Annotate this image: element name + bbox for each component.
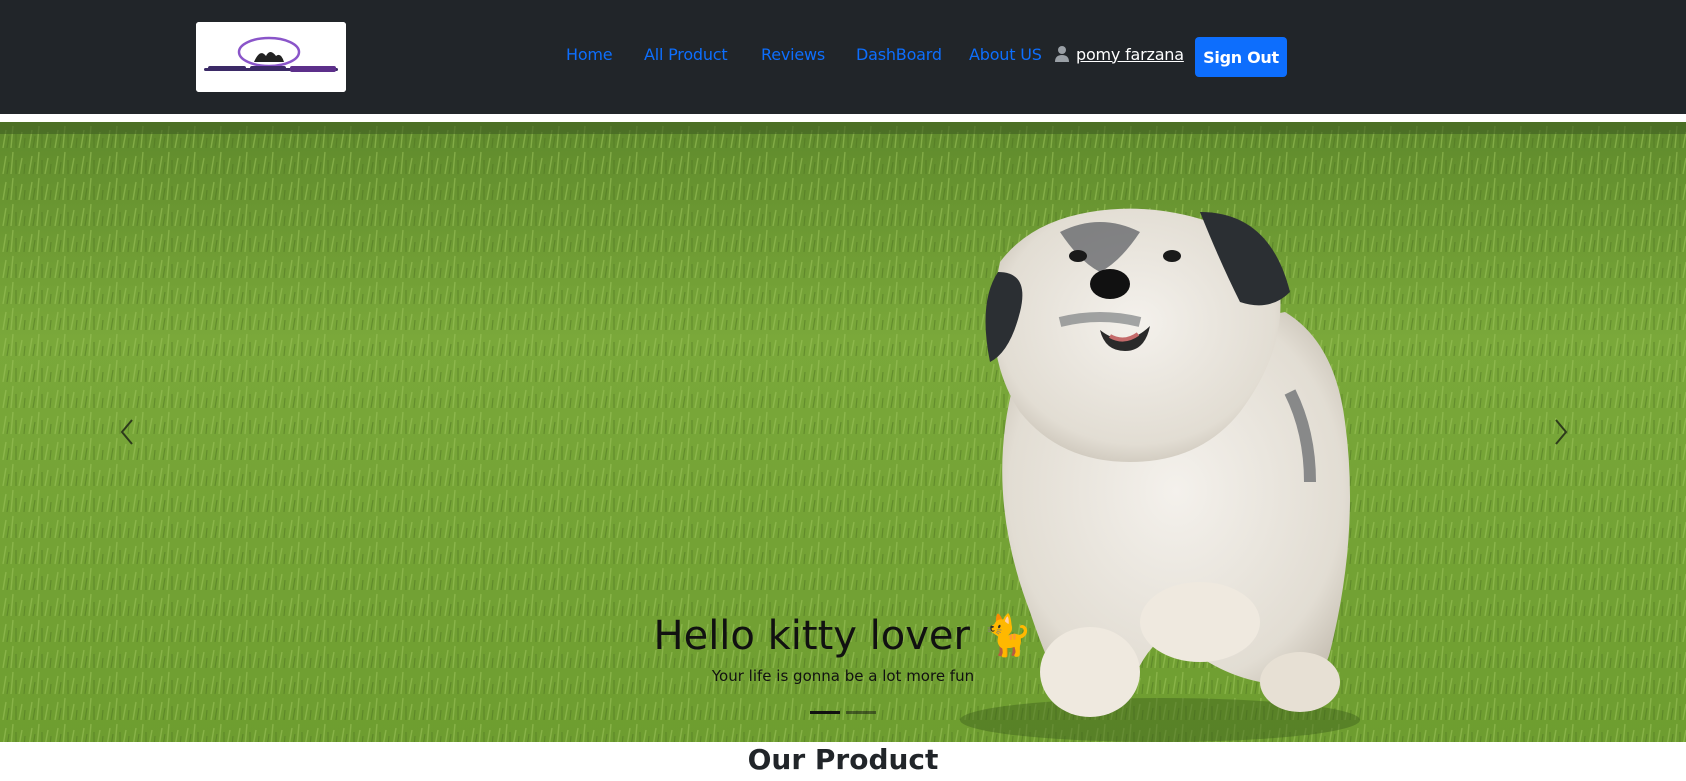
carousel-next-button[interactable] — [1540, 402, 1580, 462]
caption-title: Hello kitty lover 🐈 — [0, 610, 1686, 662]
nav-link-reviews[interactable]: Reviews — [761, 45, 825, 64]
our-product-heading: Our Product — [747, 743, 939, 776]
user-info: pomy farzana — [1054, 43, 1184, 65]
carousel-indicator-1[interactable] — [810, 711, 840, 714]
sign-out-button[interactable]: Sign Out — [1195, 37, 1287, 77]
navbar: Home All Product Reviews DashBoard About… — [0, 0, 1686, 114]
carousel-indicator-2[interactable] — [846, 711, 876, 714]
user-name-link[interactable]: pomy farzana — [1076, 45, 1184, 64]
chevron-right-icon — [1555, 419, 1568, 445]
hero-carousel: Hello kitty lover 🐈 Your life is gonna b… — [0, 122, 1686, 742]
carousel-indicators — [0, 711, 1686, 714]
carousel-prev-button[interactable] — [108, 402, 148, 462]
nav-link-dashboard[interactable]: DashBoard — [856, 45, 942, 64]
nav-link-home[interactable]: Home — [566, 45, 613, 64]
chevron-left-icon — [120, 419, 133, 445]
user-icon — [1055, 46, 1069, 62]
caption-title-text: Hello kitty lover — [653, 613, 970, 659]
nav-link-about-us[interactable]: About US — [969, 45, 1042, 64]
nav-link-all-product[interactable]: All Product — [644, 45, 728, 64]
caption-subtitle: Your life is gonna be a lot more fun — [711, 667, 975, 685]
nav-links: Home All Product Reviews DashBoard About… — [0, 45, 1686, 69]
cat-emoji-icon: 🐈 — [982, 613, 1033, 659]
navbar-divider — [0, 114, 1686, 122]
carousel-caption: Hello kitty lover 🐈 Your life is gonna b… — [0, 610, 1686, 686]
